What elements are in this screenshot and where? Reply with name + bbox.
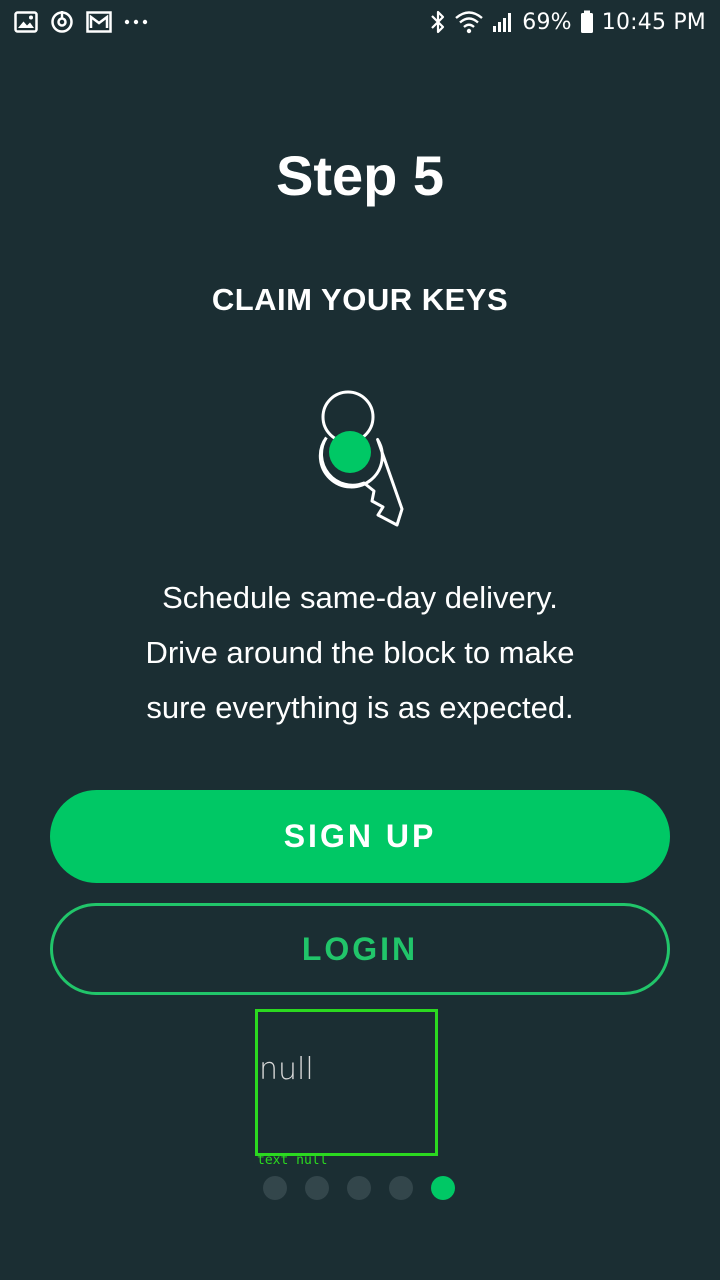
page-dot-3[interactable] xyxy=(347,1176,371,1200)
description-line: sure everything is as expected. xyxy=(146,690,574,725)
key-icon xyxy=(300,386,420,536)
battery-percent: 69% xyxy=(522,9,572,35)
placeholder-text: null xyxy=(259,1052,314,1087)
page-dot-5[interactable] xyxy=(431,1176,455,1200)
description-line: Drive around the block to make xyxy=(145,635,575,670)
sign-up-button[interactable]: SIGN UP xyxy=(50,790,670,883)
notification-icons xyxy=(14,10,148,34)
gmail-icon xyxy=(86,11,112,33)
sync-icon xyxy=(50,10,74,34)
wifi-icon xyxy=(454,10,484,34)
page-indicator xyxy=(263,1176,455,1200)
clock: 10:45 PM xyxy=(601,9,706,35)
login-button[interactable]: LOGIN xyxy=(50,903,670,995)
step-subtitle: CLAIM YOUR KEYS xyxy=(211,282,509,317)
more-dots-icon xyxy=(124,18,148,26)
step-description: Schedule same-day delivery. Drive around… xyxy=(60,570,660,735)
battery-icon xyxy=(580,10,594,34)
bluetooth-icon xyxy=(430,9,446,35)
placeholder-caption: text null xyxy=(257,1153,328,1168)
gallery-icon xyxy=(14,11,38,33)
page-dot-2[interactable] xyxy=(305,1176,329,1200)
step-title: Step 5 xyxy=(275,144,445,207)
system-status: 69% 10:45 PM xyxy=(430,9,706,35)
page-dot-4[interactable] xyxy=(389,1176,413,1200)
placeholder-text-box: null xyxy=(255,1009,438,1156)
page-dot-1[interactable] xyxy=(263,1176,287,1200)
description-line: Schedule same-day delivery. xyxy=(162,580,558,615)
signal-icon xyxy=(492,11,514,33)
status-bar: 69% 10:45 PM xyxy=(0,0,720,44)
